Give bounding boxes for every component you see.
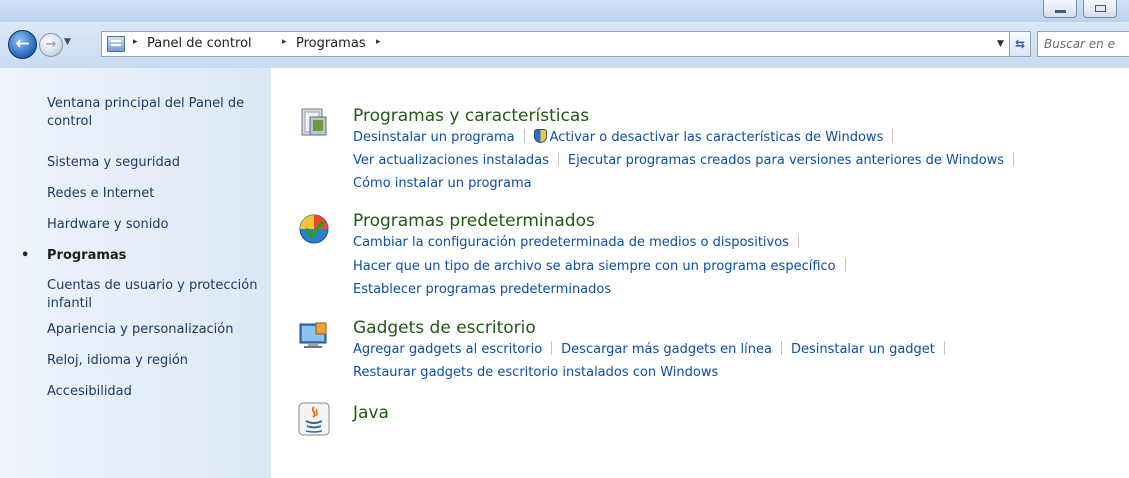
maximize-icon (1095, 5, 1106, 12)
back-arrow-icon: ← (15, 34, 30, 54)
forward-arrow-icon: → (45, 37, 57, 52)
breadcrumb-programas[interactable]: Programas (296, 36, 366, 51)
uac-shield-icon (533, 129, 547, 143)
link-restaurar-gadgets[interactable]: Restaurar gadgets de escritorio instalad… (353, 365, 718, 380)
link-ejecutar-programas-anteriores[interactable]: Ejecutar programas creados para versione… (568, 153, 1004, 168)
navigation-bar: ← → ▼ ▸ Panel de control ▸ Programas ▸ ▼… (0, 22, 1129, 68)
link-row: Hacer que un tipo de archivo se abra sie… (353, 258, 855, 276)
dropdown-arrow-icon: ▼ (64, 37, 71, 47)
link-row: Cambiar la configuración predeterminada … (353, 234, 808, 252)
link-separator (797, 234, 799, 248)
link-desinstalar-programa[interactable]: Desinstalar un programa (353, 130, 515, 145)
programs-features-icon[interactable] (298, 107, 330, 139)
forward-button[interactable]: → (39, 33, 63, 57)
link-establecer-predeterminados[interactable]: Establecer programas predeterminados (353, 282, 611, 297)
link-separator (1013, 152, 1015, 166)
sidebar-item-cuentas-usuario[interactable]: Cuentas de usuario y protección infantil (47, 277, 262, 313)
link-agregar-gadgets[interactable]: Agregar gadgets al escritorio (353, 342, 542, 357)
link-separator (523, 129, 525, 143)
link-separator (844, 258, 846, 272)
sidebar-item-redes-internet[interactable]: Redes e Internet (47, 185, 262, 203)
link-descargar-gadgets[interactable]: Descargar más gadgets en línea (561, 342, 772, 357)
title-bar (0, 0, 1129, 22)
link-separator (551, 341, 553, 355)
minimize-icon (1055, 10, 1066, 13)
sidebar-item-reloj-idioma[interactable]: Reloj, idioma y región (47, 352, 262, 370)
default-programs-icon[interactable] (298, 213, 330, 245)
sidebar-item-ventana-principal[interactable]: Ventana principal del Panel de control (47, 95, 262, 131)
link-row: Agregar gadgets al escritorio Descargar m… (353, 341, 954, 359)
link-como-instalar[interactable]: Cómo instalar un programa (353, 176, 532, 191)
sidebar-item-sistema-seguridad[interactable]: Sistema y seguridad (47, 154, 262, 172)
back-button[interactable]: ← (8, 30, 37, 59)
breadcrumb-separator-icon[interactable]: ▸ (282, 37, 287, 47)
link-separator (892, 129, 894, 143)
refresh-icon: ⇆ (1014, 37, 1026, 51)
search-input[interactable] (1044, 33, 1129, 55)
category-title-gadgets-escritorio[interactable]: Gadgets de escritorio (353, 317, 536, 339)
refresh-button[interactable]: ⇆ (1009, 31, 1031, 57)
link-cambiar-configuracion-medios[interactable]: Cambiar la configuración predeterminada … (353, 235, 789, 250)
category-title-programas-caracteristicas[interactable]: Programas y características (353, 105, 589, 127)
link-row: Ver actualizaciones instaladas Ejecutar p… (353, 152, 1023, 170)
link-desinstalar-gadget[interactable]: Desinstalar un gadget (791, 342, 935, 357)
control-panel-icon (107, 36, 125, 52)
link-activar-caracteristicas[interactable]: Activar o desactivar las características… (550, 130, 884, 145)
category-title-programas-predeterminados[interactable]: Programas predeterminados (353, 210, 595, 232)
breadcrumb-separator-icon[interactable]: ▸ (376, 37, 381, 47)
breadcrumb-panel-de-control[interactable]: Panel de control (147, 36, 252, 51)
link-separator (557, 152, 559, 166)
maximize-button[interactable] (1083, 0, 1117, 18)
category-title-java[interactable]: Java (353, 402, 389, 424)
left-navigation-pane: Ventana principal del Panel de control S… (0, 68, 271, 478)
address-bar[interactable]: ▸ Panel de control ▸ Programas ▸ ▼ (101, 31, 1026, 57)
search-box[interactable] (1037, 31, 1129, 57)
link-row: Cómo instalar un programa (353, 175, 532, 193)
current-item-bullet: • (21, 248, 30, 263)
link-separator (943, 341, 945, 355)
link-row: Restaurar gadgets de escritorio instalad… (353, 364, 718, 382)
link-row: Establecer programas predeterminados (353, 281, 611, 299)
link-separator (780, 341, 782, 355)
breadcrumb-separator-icon[interactable]: ▸ (133, 37, 138, 47)
sidebar-item-programas: Programas (47, 248, 127, 263)
sidebar-item-accesibilidad[interactable]: Accesibilidad (47, 383, 262, 401)
link-tipo-archivo[interactable]: Hacer que un tipo de archivo se abra sie… (353, 259, 836, 274)
java-icon[interactable] (298, 402, 330, 436)
link-row: Desinstalar un programa Activar o desacti… (353, 129, 902, 147)
sidebar-item-apariencia[interactable]: Apariencia y personalización (47, 321, 262, 339)
sidebar-item-hardware-sonido[interactable]: Hardware y sonido (47, 216, 262, 234)
desktop-gadgets-icon[interactable] (298, 320, 330, 352)
minimize-button[interactable] (1043, 0, 1077, 18)
recent-pages-button[interactable]: ▼ (64, 37, 71, 47)
address-dropdown-icon[interactable]: ▼ (997, 39, 1004, 49)
link-ver-actualizaciones[interactable]: Ver actualizaciones instaladas (353, 153, 549, 168)
